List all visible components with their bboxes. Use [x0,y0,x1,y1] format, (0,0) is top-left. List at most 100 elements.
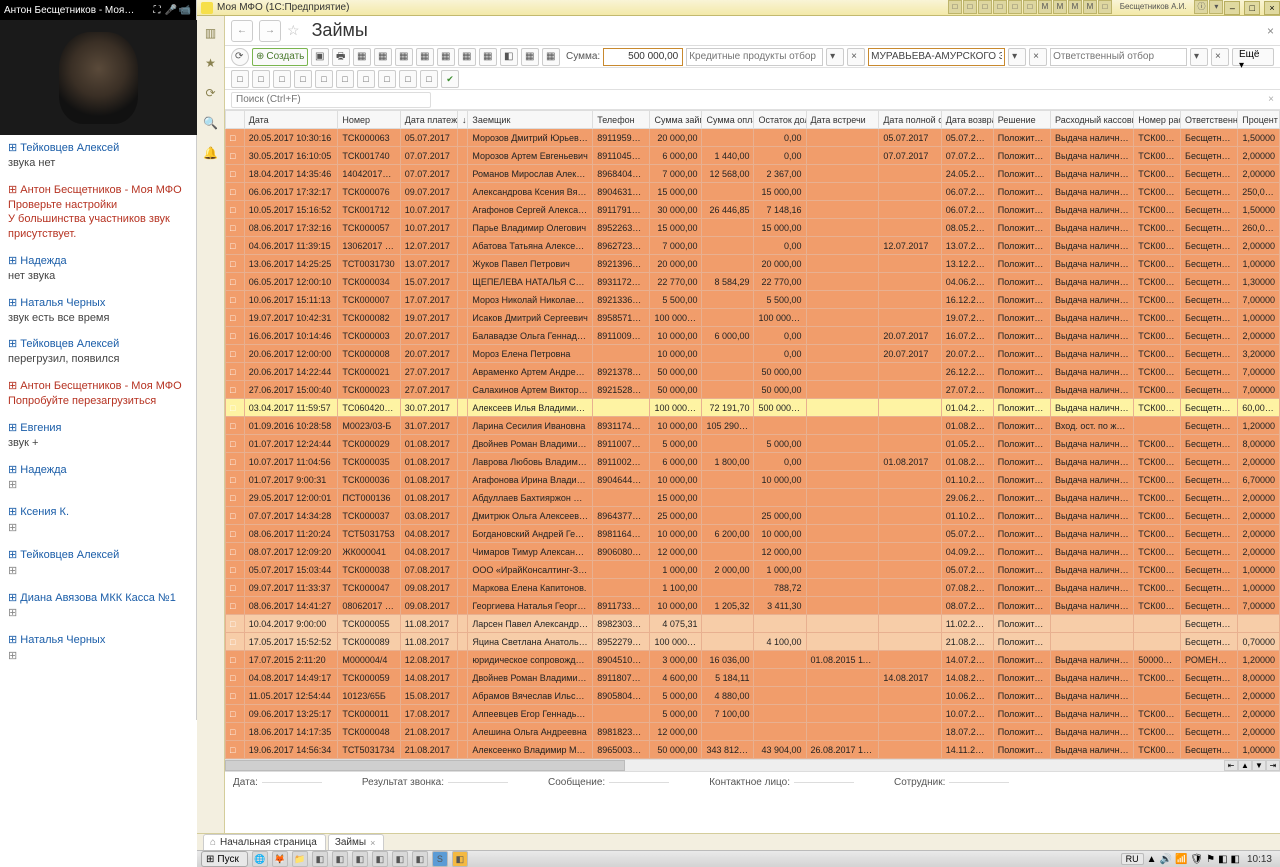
participant[interactable]: ⊞ Надежданет звука [8,254,192,284]
participant[interactable]: ⊞ Тейковцев Алексейперегрузил, появился [8,337,192,367]
task-icon[interactable]: ◧ [392,851,408,867]
tool2-icon[interactable]: □ [252,70,270,88]
tray-icon[interactable]: ◧ [1218,854,1227,865]
table-row[interactable]: 17.07.2015 2:11:20М000004/412.08.2017юри… [226,651,1280,669]
tool2-icon[interactable]: □ [231,70,249,88]
clear-icon[interactable]: × [847,48,865,66]
participant[interactable]: ⊞ Ксения К.⊞ [8,505,192,536]
task-icon[interactable]: ◧ [412,851,428,867]
tool2-icon[interactable]: □ [294,70,312,88]
tb-icon[interactable]: □ [1098,0,1112,14]
expand-icon[interactable]: ⛶ [150,5,164,16]
bell-icon[interactable]: 🔔 [202,144,220,162]
task-icon[interactable]: S [432,851,448,867]
history-icon[interactable]: ⟳ [202,84,220,102]
maximize-button[interactable]: □ [1244,1,1260,15]
forward-button[interactable]: → [259,20,281,42]
start-button[interactable]: ⊞Пуск [201,851,248,867]
scroll-last-icon[interactable]: ⇥ [1266,760,1280,771]
column-header[interactable]: Номер расх… [1134,111,1181,129]
table-row[interactable]: 08.06.2017 14:41:2708062017 07:0109.08.2… [226,597,1280,615]
fav-star-icon[interactable]: ☆ [287,22,300,39]
table-row[interactable]: 30.05.2017 16:10:05ТСК00174007.07.2017Мо… [226,147,1280,165]
participant[interactable]: ⊞ Наталья Черных⊞ [8,633,192,664]
tool-icon[interactable]: ▦ [458,48,476,66]
table-row[interactable]: 13.06.2017 14:25:25ТСТ003173013.07.2017Ж… [226,255,1280,273]
table-row[interactable]: 18.06.2017 14:17:35ТСК00004821.08.2017Ал… [226,723,1280,741]
tray-icon[interactable]: ▲ [1147,854,1157,865]
tray-icon[interactable]: 🛡 [1190,854,1203,865]
participant[interactable]: ⊞ Диана Авязова МКК Касса №1⊞ [8,591,192,622]
participant[interactable]: ⊞ Надежда⊞ [8,463,192,494]
task-icon[interactable]: ◧ [372,851,388,867]
task-icon[interactable]: 🦊 [272,851,288,867]
scroll-first-icon[interactable]: ⇤ [1224,760,1238,771]
dropdown-icon[interactable]: ▾ [826,48,844,66]
tb-icon[interactable]: M [1038,0,1052,14]
table-row[interactable]: 09.07.2017 11:33:37ТСК00004709.08.2017Ма… [226,579,1280,597]
tray-icon[interactable]: ⚑ [1206,854,1215,865]
participant[interactable]: ⊞ Наталья Черныхзвук есть все время [8,296,192,326]
table-row[interactable]: 03.04.2017 11:59:57ТС060420170…30.07.201… [226,399,1280,417]
tb-icon[interactable]: □ [1023,0,1037,14]
table-row[interactable]: 06.06.2017 17:32:17ТСК00007609.07.2017Ал… [226,183,1280,201]
column-header[interactable]: Дата встречи [806,111,879,129]
tab-loans[interactable]: Займы× [328,834,385,850]
task-icon[interactable]: ◧ [452,851,468,867]
tb-icon[interactable]: M [1083,0,1097,14]
tb-icon[interactable]: □ [1008,0,1022,14]
column-header[interactable]: Остаток долга [754,111,806,129]
clock[interactable]: 10:13 [1243,854,1276,865]
star-icon[interactable]: ★ [202,54,220,72]
print-button[interactable]: 🖶 [332,48,350,66]
table-row[interactable]: 04.08.2017 14:49:17ТСК00005914.08.2017Дв… [226,669,1280,687]
dropdown-icon[interactable]: ▾ [1190,48,1208,66]
horizontal-scrollbar[interactable]: ⇤ ▲ ▼ ⇥ [225,759,1280,771]
close-button[interactable]: × [1264,1,1280,15]
tool2-icon[interactable]: □ [357,70,375,88]
menu-icon[interactable]: ▥ [202,24,220,42]
search-input[interactable] [231,92,431,108]
table-row[interactable]: 08.06.2017 11:20:24ТСТ503175304.08.2017Б… [226,525,1280,543]
column-header[interactable]: ↓ [458,111,468,129]
tool-icon[interactable]: ◧ [500,48,518,66]
table-row[interactable]: 05.07.2017 15:03:44ТСК00003807.08.2017ОО… [226,561,1280,579]
table-row[interactable]: 04.06.2017 11:39:1513062017 07:0012.07.2… [226,237,1280,255]
table-row[interactable]: 07.07.2017 14:34:28ТСК00003703.08.2017Дм… [226,507,1280,525]
tool-icon[interactable]: ▦ [395,48,413,66]
tool-icon[interactable]: ▣ [311,48,329,66]
task-icon[interactable]: ◧ [312,851,328,867]
column-header[interactable]: Сумма оплат [702,111,754,129]
apply-button[interactable]: ✔ [441,70,459,88]
table-row[interactable]: 10.07.2017 11:04:56ТСК00003501.08.2017Ла… [226,453,1280,471]
task-icon[interactable]: 📁 [292,851,308,867]
table-row[interactable]: 06.05.2017 12:00:10ТСК00003415.07.2017ЩЕ… [226,273,1280,291]
tab-home[interactable]: ⌂Начальная страница [203,834,326,850]
tool-icon[interactable]: ▦ [542,48,560,66]
table-row[interactable]: 19.07.2017 10:42:31ТСК00008219.07.2017Ис… [226,309,1280,327]
scroll-up-icon[interactable]: ▲ [1238,760,1252,771]
table-row[interactable]: 10.05.2017 15:16:52ТСК00171210.07.2017Аг… [226,201,1280,219]
task-icon[interactable]: ◧ [352,851,368,867]
more-button[interactable]: Ещё ▾ [1232,48,1274,66]
create-button[interactable]: ⊕ Создать [252,48,308,66]
tb-icon[interactable]: ▾ [1209,0,1223,14]
page-close-icon[interactable]: × [1267,24,1274,38]
tool-icon[interactable]: ▦ [521,48,539,66]
dropdown-icon[interactable]: ▾ [1008,48,1026,66]
table-row[interactable]: 08.06.2017 17:32:16ТСК00005710.07.2017Па… [226,219,1280,237]
column-header[interactable]: Телефон [593,111,650,129]
column-header[interactable]: Дата полной оплаты [879,111,941,129]
column-header[interactable]: Процент [1238,111,1280,129]
close-icon[interactable]: × [370,838,375,848]
table-row[interactable]: 20.05.2017 10:30:16ТСК00006305.07.2017Мо… [226,129,1280,147]
column-header[interactable]: Дата платежа [400,111,457,129]
tool2-icon[interactable]: □ [420,70,438,88]
participant[interactable]: ⊞ Антон Бесщетников - Моя МФОПопробуйте … [8,379,192,409]
tool-icon[interactable]: ▦ [374,48,392,66]
tool2-icon[interactable]: □ [336,70,354,88]
participant[interactable]: ⊞ Евгениязвук + [8,421,192,451]
table-row[interactable]: 16.06.2017 10:14:46ТСК00000320.07.2017Ба… [226,327,1280,345]
column-header[interactable]: Дата [244,111,338,129]
tb-icon[interactable]: M [1068,0,1082,14]
